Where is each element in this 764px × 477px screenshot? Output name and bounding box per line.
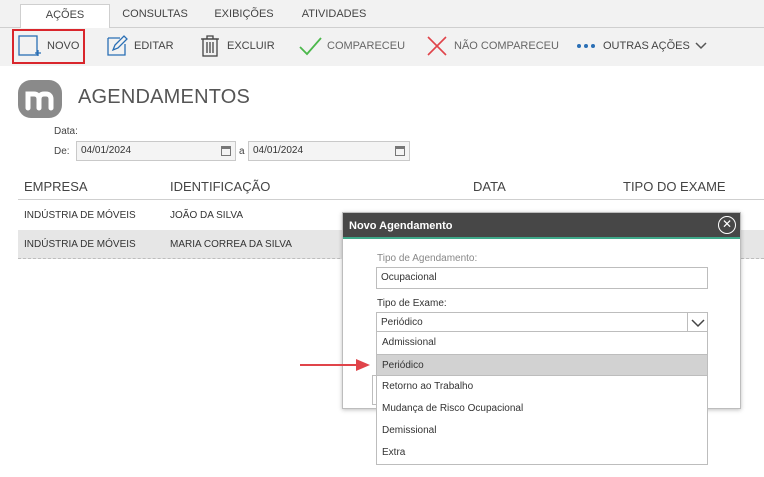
- chevron-down-icon: [695, 41, 707, 51]
- column-tipo-exame[interactable]: TIPO DO EXAME: [623, 179, 726, 194]
- cell-empresa: INDÚSTRIA DE MÓVEIS: [24, 210, 136, 221]
- date-label: Data:: [54, 126, 78, 137]
- tipo-exame-value: Periódico: [381, 317, 423, 328]
- compareceu-label: COMPARECEU: [327, 40, 406, 52]
- tipo-exame-label: Tipo de Exame:: [377, 298, 447, 309]
- edit-icon: [105, 34, 129, 58]
- page-title: AGENDAMENTOS: [78, 86, 251, 108]
- dialog-header: Novo Agendamento ✕: [343, 213, 740, 239]
- to-label: a: [239, 146, 245, 157]
- editar-button[interactable]: EDITAR: [105, 28, 174, 64]
- close-icon[interactable]: ✕: [718, 216, 736, 234]
- tipo-agendamento-value: Ocupacional: [381, 272, 437, 283]
- novo-highlight-frame: [12, 29, 85, 64]
- date-to-field[interactable]: 04/01/2024: [248, 141, 410, 161]
- trash-icon: [198, 34, 222, 58]
- excluir-label: EXCLUIR: [227, 40, 275, 52]
- grid-header: EMPRESA IDENTIFICAÇÃO DATA TIPO DO EXAME: [18, 172, 764, 200]
- cell-identificacao: JOÃO DA SILVA: [170, 210, 243, 221]
- outras-acoes-button[interactable]: OUTRAS AÇÕES: [576, 28, 707, 64]
- cross-icon: [425, 34, 449, 58]
- dialog-title: Novo Agendamento: [349, 220, 453, 232]
- tab-acoes[interactable]: AÇÕES: [20, 4, 110, 29]
- option-demissional[interactable]: Demissional: [377, 420, 707, 442]
- pointer-arrow-icon: [300, 358, 372, 372]
- chevron-down-icon[interactable]: [687, 313, 707, 333]
- column-empresa[interactable]: EMPRESA: [24, 179, 88, 194]
- action-toolbar: NOVO EDITAR EXCLUIR COMPARECEU NÃO COMPA…: [0, 28, 764, 66]
- compareceu-button[interactable]: COMPARECEU: [298, 28, 405, 64]
- calendar-icon[interactable]: [395, 146, 405, 156]
- column-identificacao[interactable]: IDENTIFICAÇÃO: [170, 179, 270, 194]
- option-periodico[interactable]: Periódico: [377, 354, 707, 376]
- check-icon: [298, 34, 322, 58]
- tipo-agendamento-field[interactable]: Ocupacional: [376, 267, 708, 289]
- option-retorno-ao-trabalho[interactable]: Retorno ao Trabalho: [377, 376, 707, 398]
- option-admissional[interactable]: Admissional: [377, 332, 707, 354]
- date-from-field[interactable]: 04/01/2024: [76, 141, 236, 161]
- more-dots-icon: [576, 34, 598, 58]
- nao-compareceu-label: NÃO COMPARECEU: [454, 40, 559, 52]
- option-mudanca-de-risco[interactable]: Mudança de Risco Ocupacional: [377, 398, 707, 420]
- tab-bar: AÇÕES CONSULTAS EXIBIÇÕES ATIVIDADES: [0, 0, 764, 29]
- tab-exibicoes[interactable]: EXIBIÇÕES: [204, 4, 284, 28]
- tipo-agendamento-label: Tipo de Agendamento:: [377, 253, 478, 264]
- nao-compareceu-button[interactable]: NÃO COMPARECEU: [425, 28, 559, 64]
- cell-identificacao: MARIA CORREA DA SILVA: [170, 239, 292, 250]
- tab-consultas[interactable]: CONSULTAS: [115, 4, 195, 28]
- from-label: De:: [54, 146, 70, 157]
- outras-acoes-label: OUTRAS AÇÕES: [603, 40, 690, 52]
- date-from-value: 04/01/2024: [81, 145, 132, 156]
- excluir-button[interactable]: EXCLUIR: [198, 28, 275, 64]
- tipo-exame-options: Admissional Periódico Retorno ao Trabalh…: [376, 331, 708, 465]
- column-data[interactable]: DATA: [473, 179, 506, 194]
- date-to-value: 04/01/2024: [253, 145, 304, 156]
- tab-atividades[interactable]: ATIVIDADES: [294, 4, 374, 28]
- calendar-icon[interactable]: [221, 146, 231, 156]
- editar-label: EDITAR: [134, 40, 174, 52]
- brand-logo: [18, 80, 62, 118]
- cell-empresa: INDÚSTRIA DE MÓVEIS: [24, 239, 136, 250]
- option-extra[interactable]: Extra: [377, 442, 707, 464]
